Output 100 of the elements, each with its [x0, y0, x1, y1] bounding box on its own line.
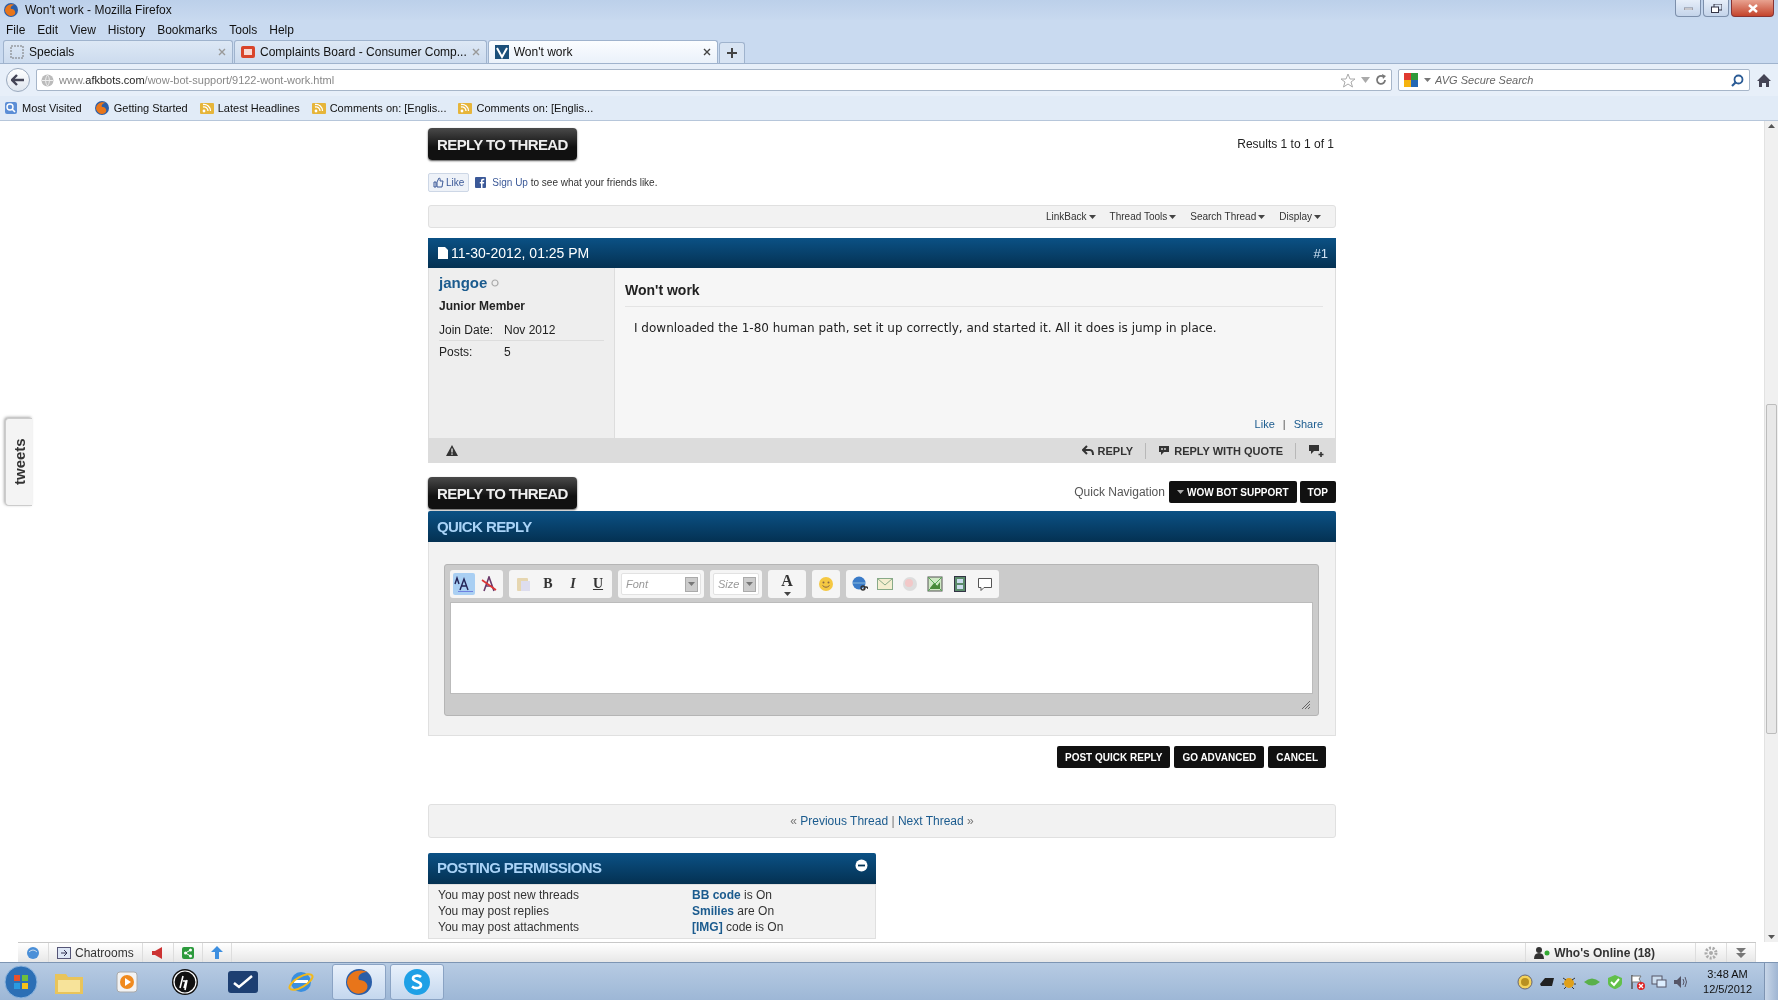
- s-logo-icon: [402, 966, 432, 997]
- back-arrow-icon: [11, 74, 25, 86]
- share-icon[interactable]: [181, 946, 194, 959]
- maximize-button[interactable]: [1703, 0, 1729, 17]
- thread-navigation: « Previous Thread | Next Thread »: [790, 814, 974, 828]
- globe-icon[interactable]: [26, 945, 40, 960]
- close-icon[interactable]: [702, 48, 711, 56]
- collapse-down-icon[interactable]: [1735, 946, 1747, 959]
- bookmark-item[interactable]: Most Visited: [4, 101, 82, 115]
- scroll-up-icon[interactable]: [1768, 124, 1775, 128]
- menu-item[interactable]: History: [107, 23, 146, 37]
- window-arrow-icon: [57, 946, 71, 959]
- menu-item[interactable]: Tools: [229, 23, 258, 37]
- top-button[interactable]: TOP: [1299, 481, 1336, 503]
- up-arrow-icon[interactable]: [210, 946, 223, 959]
- underline-button[interactable]: U: [587, 573, 609, 595]
- network-icon[interactable]: [1651, 973, 1668, 990]
- caret-icon: [1088, 214, 1096, 219]
- flag-error-icon[interactable]: [1629, 973, 1646, 990]
- like-link[interactable]: Like: [1254, 418, 1275, 430]
- star-icon[interactable]: [1340, 72, 1356, 88]
- feed-icon: [311, 101, 326, 115]
- browser-tab[interactable]: Specials: [3, 40, 233, 63]
- reply-to-thread-button[interactable]: REPLY TO THREAD: [428, 477, 577, 509]
- previous-thread-link[interactable]: Previous Thread: [800, 814, 889, 828]
- coin-icon[interactable]: [1517, 973, 1534, 990]
- username-link[interactable]: jangoe: [439, 274, 488, 291]
- bookmark-item[interactable]: Comments on: [Englis...: [311, 101, 447, 115]
- clock-time[interactable]: 3:48 AM: [1707, 966, 1748, 982]
- share-link[interactable]: Share: [1293, 418, 1323, 430]
- menu-item[interactable]: Help: [269, 23, 294, 37]
- caret-icon: [1314, 214, 1321, 219]
- browser-tab[interactable]: Complaints Board - Consumer Comp...: [234, 40, 487, 63]
- scrollbar[interactable]: [1764, 121, 1778, 942]
- forum-jump-button[interactable]: WOW BOT SUPPORT: [1168, 481, 1297, 503]
- image-button[interactable]: [924, 573, 946, 595]
- dropdown-menu-button[interactable]: Search Thread: [1190, 211, 1266, 222]
- firefox-logo-icon: [3, 2, 19, 18]
- search-icon[interactable]: [1731, 73, 1744, 87]
- menu-item[interactable]: View: [70, 23, 96, 37]
- warning-icon[interactable]: [446, 445, 458, 456]
- bookmark-item[interactable]: Comments on: [Englis...: [458, 101, 594, 115]
- bold-button[interactable]: B: [537, 573, 559, 595]
- reply-with-quote-button[interactable]: REPLY WITH QUOTE: [1158, 444, 1283, 457]
- menu-item[interactable]: File: [6, 23, 26, 37]
- cancel-button[interactable]: CANCEL: [1268, 746, 1326, 768]
- minimize-icon: [1683, 6, 1693, 10]
- permission-text: You may post new threads: [438, 888, 580, 903]
- settings-icon[interactable]: [1704, 945, 1718, 960]
- dropdown-menu-button[interactable]: Display: [1279, 211, 1321, 222]
- message-input-field[interactable]: [450, 602, 1313, 694]
- post-number-link[interactable]: #1: [1313, 245, 1328, 261]
- collapse-icon[interactable]: [855, 859, 868, 872]
- dropdown-menu-button[interactable]: Thread Tools: [1109, 211, 1177, 222]
- dropdown-menu-button[interactable]: LinkBack: [1046, 211, 1096, 222]
- scrollbar-thumb[interactable]: [1766, 404, 1777, 734]
- menu-item[interactable]: Bookmarks: [157, 23, 218, 37]
- permission-setting: [IMG] code is On: [692, 920, 785, 935]
- reload-icon[interactable]: [1375, 74, 1387, 86]
- permission-setting: BB code is On: [692, 888, 774, 903]
- bookmark-item[interactable]: Latest Headlines: [199, 101, 300, 115]
- like-button[interactable]: Like: [428, 173, 470, 192]
- resize-grip-icon[interactable]: [1301, 700, 1311, 710]
- play-icon: [114, 968, 140, 995]
- magnifier-page-icon: [4, 101, 18, 115]
- clock-date[interactable]: 12/5/2012: [1703, 981, 1752, 997]
- remove-format-icon: [480, 576, 498, 592]
- search-field[interactable]: AVG Secure Search: [1398, 69, 1750, 91]
- caret-icon: [746, 582, 753, 586]
- multi-quote-icon[interactable]: [1308, 444, 1324, 457]
- go-advanced-button[interactable]: GO ADVANCED: [1174, 746, 1265, 768]
- image-icon: [927, 576, 943, 592]
- person-online-icon: [1534, 946, 1551, 959]
- close-button[interactable]: [1731, 0, 1774, 17]
- quick-navigation-label: Quick Navigation: [1074, 485, 1165, 499]
- megaphone-icon[interactable]: [150, 946, 165, 959]
- bookmark-item[interactable]: Getting Started: [93, 100, 188, 116]
- show-desktop-button[interactable]: [1764, 963, 1778, 1000]
- address-field[interactable]: www.afkbots.com/wow-bot-support/9122-wont-work.html: [36, 69, 1392, 91]
- permissions-title: POSTING PERMISSIONS: [437, 859, 602, 876]
- reply-to-thread-button[interactable]: REPLY TO THREAD: [428, 128, 577, 160]
- start-button-icon[interactable]: [4, 964, 38, 999]
- new-tab-button[interactable]: [718, 42, 745, 63]
- back-button[interactable]: [6, 68, 30, 92]
- home-icon[interactable]: [1756, 72, 1772, 88]
- reply-button[interactable]: REPLY: [1081, 444, 1134, 457]
- quick-reply-header: QUICK REPLY: [428, 511, 1336, 542]
- menu-item[interactable]: Edit: [37, 23, 59, 37]
- dropdown-arrow-icon[interactable]: [1361, 77, 1370, 83]
- search-input[interactable]: AVG Secure Search: [1435, 74, 1727, 86]
- text-mode-button[interactable]: [453, 573, 475, 595]
- shield-check-icon[interactable]: [1607, 973, 1624, 990]
- field-label: Join Date:: [439, 323, 495, 337]
- next-thread-link[interactable]: Next Thread: [897, 814, 964, 828]
- post-quick-reply-button[interactable]: POST QUICK REPLY: [1057, 746, 1171, 768]
- italic-button[interactable]: I: [562, 573, 584, 595]
- scroll-down-icon[interactable]: [1768, 935, 1775, 939]
- sign-up-link[interactable]: Sign Up: [492, 177, 528, 188]
- tweets-side-tab[interactable]: tweets: [5, 418, 32, 506]
- browser-tab[interactable]: Won't work: [487, 40, 718, 63]
